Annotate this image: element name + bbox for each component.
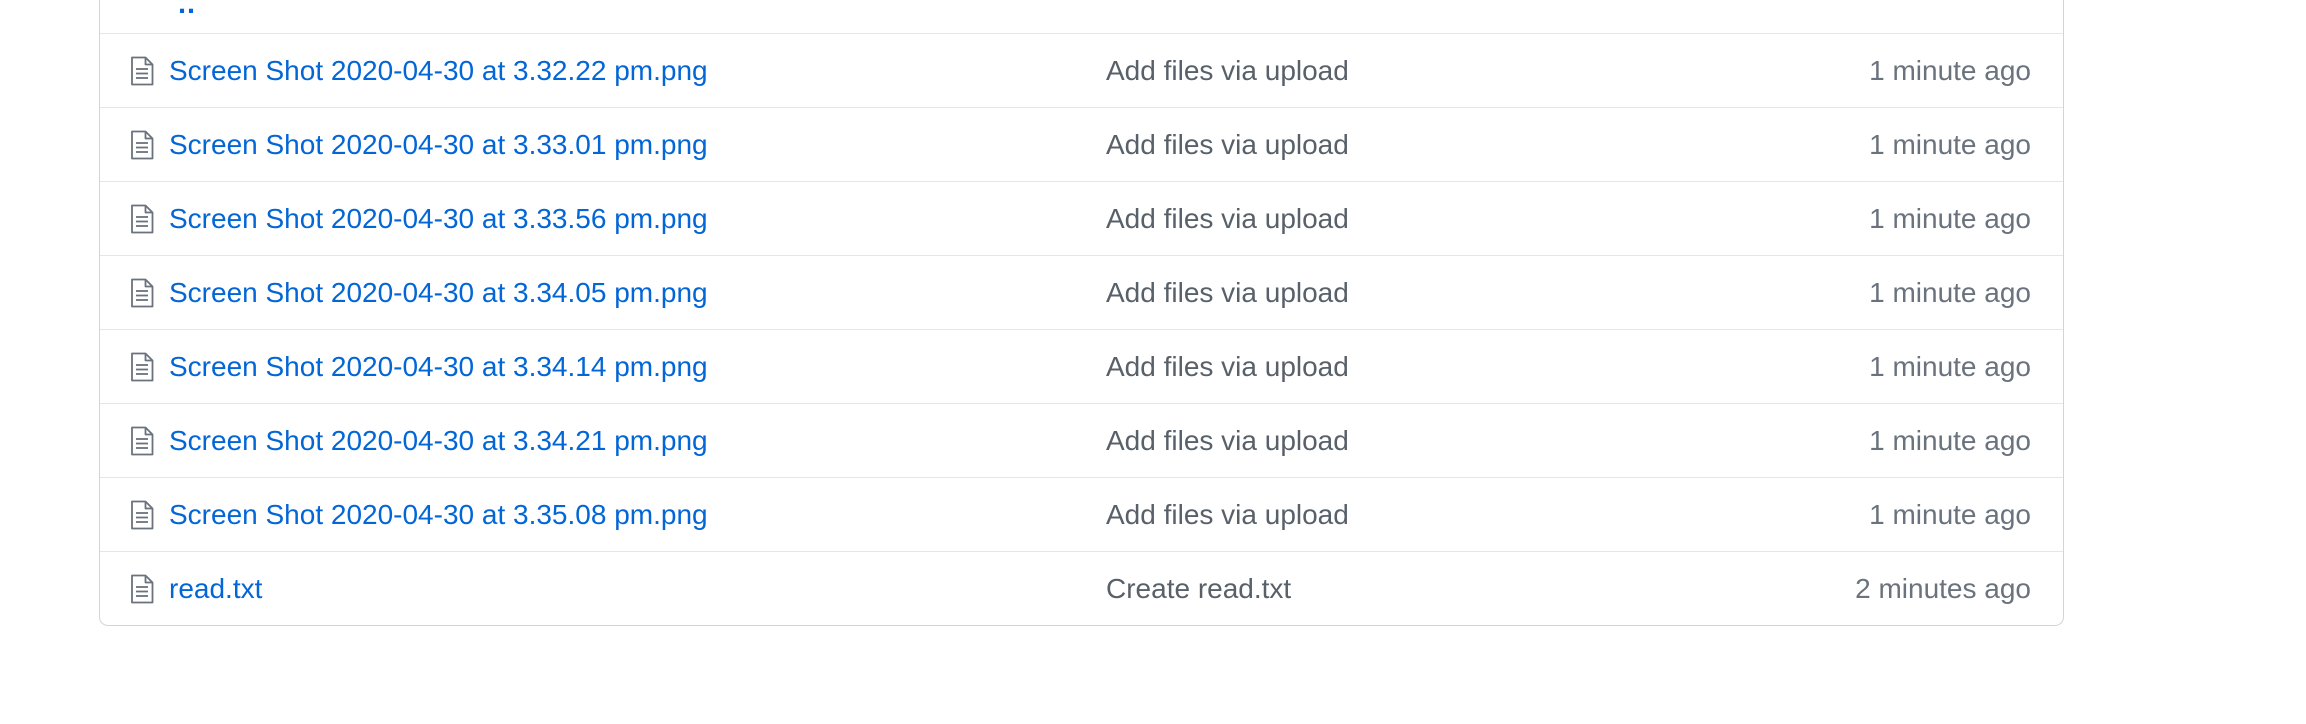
file-name-link[interactable]: Screen Shot 2020-04-30 at 3.32.22 pm.png	[169, 55, 708, 87]
file-icon	[130, 130, 154, 160]
file-name-link[interactable]: read.txt	[169, 573, 262, 605]
commit-message-link[interactable]: Create read.txt	[1106, 573, 1291, 605]
file-rows: Screen Shot 2020-04-30 at 3.32.22 pm.png…	[100, 33, 2063, 625]
commit-message-link[interactable]: Add files via upload	[1106, 129, 1349, 161]
file-icon	[130, 278, 154, 308]
parent-directory-link[interactable]: ..	[178, 0, 196, 19]
file-icon	[130, 204, 154, 234]
commit-message-link[interactable]: Add files via upload	[1106, 55, 1349, 87]
parent-directory-row[interactable]: ..	[100, 0, 2063, 33]
file-row[interactable]: Screen Shot 2020-04-30 at 3.34.14 pm.png…	[100, 329, 2063, 403]
file-name-link[interactable]: Screen Shot 2020-04-30 at 3.34.14 pm.png	[169, 351, 708, 383]
commit-message-link[interactable]: Add files via upload	[1106, 425, 1349, 457]
commit-age: 2 minutes ago	[1855, 572, 2031, 604]
file-list-table: .. Screen Shot 2020-04-30 at 3.32.22 pm.…	[99, 0, 2064, 626]
file-icon	[130, 574, 154, 604]
commit-age: 1 minute ago	[1869, 350, 2031, 382]
commit-message-link[interactable]: Add files via upload	[1106, 499, 1349, 531]
file-name-link[interactable]: Screen Shot 2020-04-30 at 3.33.01 pm.png	[169, 129, 708, 161]
commit-age: 1 minute ago	[1869, 202, 2031, 234]
file-icon	[130, 56, 154, 86]
file-row[interactable]: Screen Shot 2020-04-30 at 3.32.22 pm.png…	[100, 33, 2063, 107]
file-row[interactable]: Screen Shot 2020-04-30 at 3.33.01 pm.png…	[100, 107, 2063, 181]
commit-message-link[interactable]: Add files via upload	[1106, 203, 1349, 235]
file-icon	[130, 426, 154, 456]
file-row[interactable]: Screen Shot 2020-04-30 at 3.35.08 pm.png…	[100, 477, 2063, 551]
commit-message-link[interactable]: Add files via upload	[1106, 277, 1349, 309]
commit-age: 1 minute ago	[1869, 276, 2031, 308]
file-row[interactable]: Screen Shot 2020-04-30 at 3.34.21 pm.png…	[100, 403, 2063, 477]
commit-age: 1 minute ago	[1869, 424, 2031, 456]
commit-age: 1 minute ago	[1869, 498, 2031, 530]
file-name-link[interactable]: Screen Shot 2020-04-30 at 3.33.56 pm.png	[169, 203, 708, 235]
file-name-link[interactable]: Screen Shot 2020-04-30 at 3.34.05 pm.png	[169, 277, 708, 309]
file-row[interactable]: Screen Shot 2020-04-30 at 3.34.05 pm.png…	[100, 255, 2063, 329]
file-icon	[130, 500, 154, 530]
commit-message-link[interactable]: Add files via upload	[1106, 351, 1349, 383]
file-name-link[interactable]: Screen Shot 2020-04-30 at 3.34.21 pm.png	[169, 425, 708, 457]
file-name-link[interactable]: Screen Shot 2020-04-30 at 3.35.08 pm.png	[169, 499, 708, 531]
file-icon	[130, 352, 154, 382]
commit-age: 1 minute ago	[1869, 54, 2031, 86]
file-row[interactable]: Screen Shot 2020-04-30 at 3.33.56 pm.png…	[100, 181, 2063, 255]
file-row[interactable]: read.txt Create read.txt 2 minutes ago	[100, 551, 2063, 625]
commit-age: 1 minute ago	[1869, 128, 2031, 160]
